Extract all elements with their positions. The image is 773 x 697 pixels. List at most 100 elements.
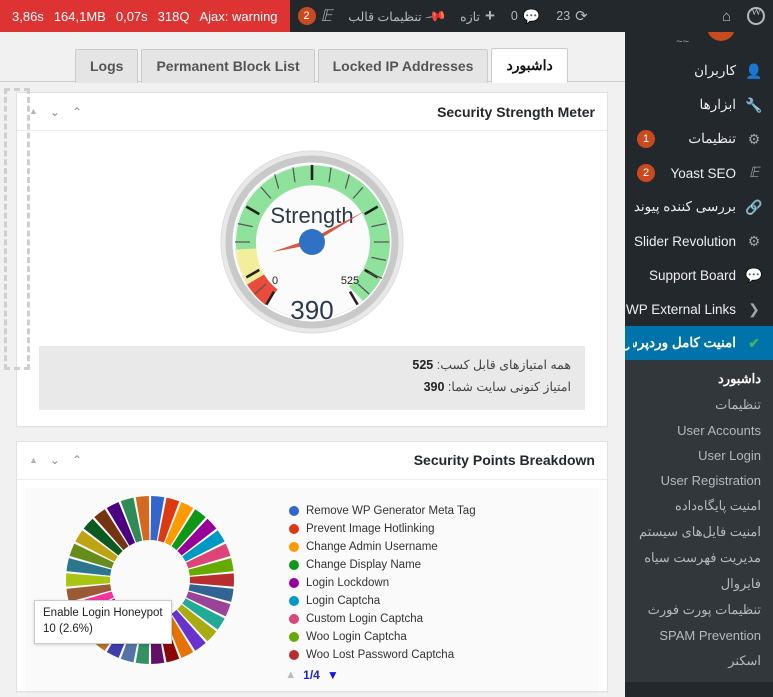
legend-item[interactable]: Prevent Image Hotlinking [289, 520, 595, 538]
sidebar-badge: 1 [637, 130, 655, 148]
sidebar-item-label: تنظیمات [688, 131, 736, 146]
sidebar-item-yoast-seo[interactable]: 𝔼 Yoast SEO 2 [625, 156, 773, 190]
gauge-chart: Strength 0 525 390 [27, 143, 597, 334]
tab-locked-ip-addresses[interactable]: Locked IP Addresses [317, 48, 489, 83]
qm-db-time: 0,07s [115, 8, 148, 24]
submenu-item-user-registration[interactable]: User Registration [625, 468, 773, 493]
chevron-up-icon[interactable]: ⌃ [72, 454, 82, 466]
legend-label: Login Lockdown [306, 576, 390, 589]
sidebar-item-slider-revolution[interactable]: ⚙ Slider Revolution [625, 224, 773, 258]
sidebar-item-label: Yoast SEO [670, 165, 736, 181]
support-icon: 💬 [745, 266, 763, 283]
sidebar-badge: 2 [637, 164, 655, 182]
refresh-icon: ⟳ [575, 8, 588, 25]
tab-dashboard[interactable]: داشبورد [491, 47, 568, 83]
admin-bar-spacer [596, 0, 714, 32]
qm-queries: 318Q [157, 8, 190, 24]
sidebar-item-label: Support Board [648, 267, 736, 283]
tooltip-label: Enable Login Honeypot [43, 606, 163, 619]
sidebar-item-support-board[interactable]: 💬 Support Board [625, 258, 773, 292]
panel-security-strength-meter: ▲ ⌄ ⌃ Security Strength Meter Strength 0… [16, 92, 608, 427]
sidebar-item-label: امنیت کامل وردپرس [625, 335, 736, 350]
legend-label: Woo Login Captcha [306, 630, 407, 643]
chevron-down-icon[interactable]: ⌄ [50, 454, 60, 466]
admin-bar-wp-logo[interactable] [739, 0, 773, 32]
current-points-value: 390 [423, 379, 445, 394]
sidebar-item-label: ابزارها [699, 97, 736, 112]
sidebar-item-label: Slider Revolution [633, 233, 736, 249]
donut-slice[interactable] [66, 573, 111, 587]
chart-tooltip: Enable Login Honeypot 10 (2.6%) [34, 599, 172, 645]
wordpress-icon [747, 6, 765, 25]
submenu-item-spam-prevention[interactable]: SPAM Prevention [625, 623, 773, 648]
admin-bar-comments[interactable]: 💬 0 [503, 0, 548, 32]
submenu-item-user-login[interactable]: User Login [625, 443, 773, 468]
admin-bar: ⌂ ⟳ 23 💬 0 + تازه 📌 تنظیمات قالب 𝔼 2 3,8… [0, 0, 773, 32]
collapse-icon[interactable]: ▲ [29, 107, 38, 116]
pager-next-icon[interactable]: ▼ [327, 668, 339, 682]
legend-item[interactable]: Login Lockdown [289, 574, 595, 592]
panel-body: Strength 0 525 390 همه امتیازهای قابل کس… [17, 131, 607, 426]
submenu-item-brute-force[interactable]: تنظیمات پورت فورث [625, 597, 773, 623]
admin-bar-updates[interactable]: ⟳ 23 [548, 0, 595, 32]
legend-item[interactable]: Change Admin Username [289, 538, 595, 556]
sidebar-item-wp-security[interactable]: ✔ امنیت کامل وردپرس [625, 326, 773, 360]
legend-color-dot [289, 523, 299, 534]
chevron-down-icon[interactable]: ⌄ [50, 106, 60, 118]
sidebar-item-settings[interactable]: ⚙ تنظیمات 1 [625, 122, 773, 156]
submenu-item-scanner[interactable]: اسکنر [625, 648, 773, 674]
gauge-value-label: 390 [290, 295, 333, 325]
collapse-icon[interactable]: ▲ [29, 455, 38, 465]
legend-item[interactable]: Woo Login Captcha [289, 628, 595, 646]
admin-bar-yoast-badge: 2 [297, 7, 316, 25]
legend-item[interactable]: Remove WP Generator Meta Tag [289, 502, 595, 520]
pager-page-label: 1/4 [303, 667, 320, 682]
legend-item[interactable]: Custom Login Captcha [289, 610, 595, 628]
legend-color-dot [289, 577, 299, 588]
chevron-up-icon[interactable]: ⌃ [72, 106, 82, 118]
panel-title: Security Strength Meter [437, 103, 595, 120]
sidebar-item-users[interactable]: 👤 کاربران [625, 54, 773, 88]
admin-sidebar-menu: ~~ 👤 کاربران 🔧 ابزارها ⚙ تنظیمات 1 𝔼 Yoa… [625, 32, 773, 697]
sidebar-item-wp-external-links[interactable]: ❮ WP External Links [625, 292, 773, 326]
query-monitor-bar[interactable]: 3,86s 164,1MB 0,07s 318Q Ajax: warning [0, 0, 290, 32]
sidebar-item-link-checker[interactable]: 🔗 بررسی کننده پیوند [625, 190, 773, 224]
admin-bar-yoast[interactable]: 𝔼 2 [290, 0, 341, 32]
legend-label: Change Admin Username [306, 540, 438, 553]
sidebar-item-label: بررسی کننده پیوند [633, 199, 736, 214]
submenu-item-blacklist-manager[interactable]: مدیریت فهرست سیاه [625, 545, 773, 571]
donut-slice[interactable] [189, 573, 234, 587]
sidebar-item-label: WP External Links [625, 301, 736, 317]
submenu-item-database-security[interactable]: امنیت پایگاه‌داده [625, 493, 773, 519]
legend-item[interactable]: Login Captcha [289, 592, 595, 610]
tab-permanent-block-list[interactable]: Permanent Block List [141, 48, 315, 83]
qm-memory: 164,1MB [53, 8, 106, 24]
panel-controls: ▲ ⌄ ⌃ [29, 106, 82, 118]
strength-gauge-svg: Strength 0 525 390 [220, 150, 404, 334]
legend-item[interactable]: Woo Lost Password Captcha [289, 646, 595, 664]
admin-bar-theme-settings-label: تنظیمات قالب [348, 9, 422, 24]
admin-bar-site-name[interactable]: ⌂ [714, 0, 739, 32]
donut-chart-area: Remove WP Generator Meta Tag Prevent Imag… [25, 487, 599, 664]
users-icon: 👤 [745, 62, 763, 79]
admin-bar-theme-settings[interactable]: 📌 تنظیمات قالب [340, 0, 452, 32]
submenu-item-user-accounts[interactable]: User Accounts [625, 418, 773, 443]
submenu-item-dashboard[interactable]: داشبورد [625, 366, 773, 392]
sidebar-item-tools[interactable]: 🔧 ابزارها [625, 88, 773, 122]
main-content: داشبورد Locked IP Addresses Permanent Bl… [0, 32, 625, 697]
legend-color-dot [289, 541, 299, 552]
admin-bar-comments-count: 0 [510, 9, 518, 23]
gauge-hub [299, 229, 325, 255]
shield-check-icon: ✔ [748, 334, 760, 351]
admin-bar-updates-count: 23 [556, 9, 571, 23]
admin-bar-new-content[interactable]: + تازه [452, 0, 503, 32]
submenu-item-firewall[interactable]: فایروال [625, 571, 773, 597]
submenu-item-filesystem-security[interactable]: امنیت فایل‌های سیستم [625, 519, 773, 545]
panel-header: ▲ ⌄ ⌃ Security Strength Meter [17, 93, 607, 131]
legend-item[interactable]: Change Display Name [289, 556, 595, 574]
pager-prev-icon[interactable]: ▲ [285, 669, 296, 681]
current-points-line: امتیاز کنونی سایت شما: 390 [53, 377, 571, 399]
admin-bar-right-group: ⌂ [714, 0, 773, 32]
submenu-item-settings[interactable]: تنظیمات [625, 392, 773, 418]
tab-logs[interactable]: Logs [75, 48, 139, 83]
